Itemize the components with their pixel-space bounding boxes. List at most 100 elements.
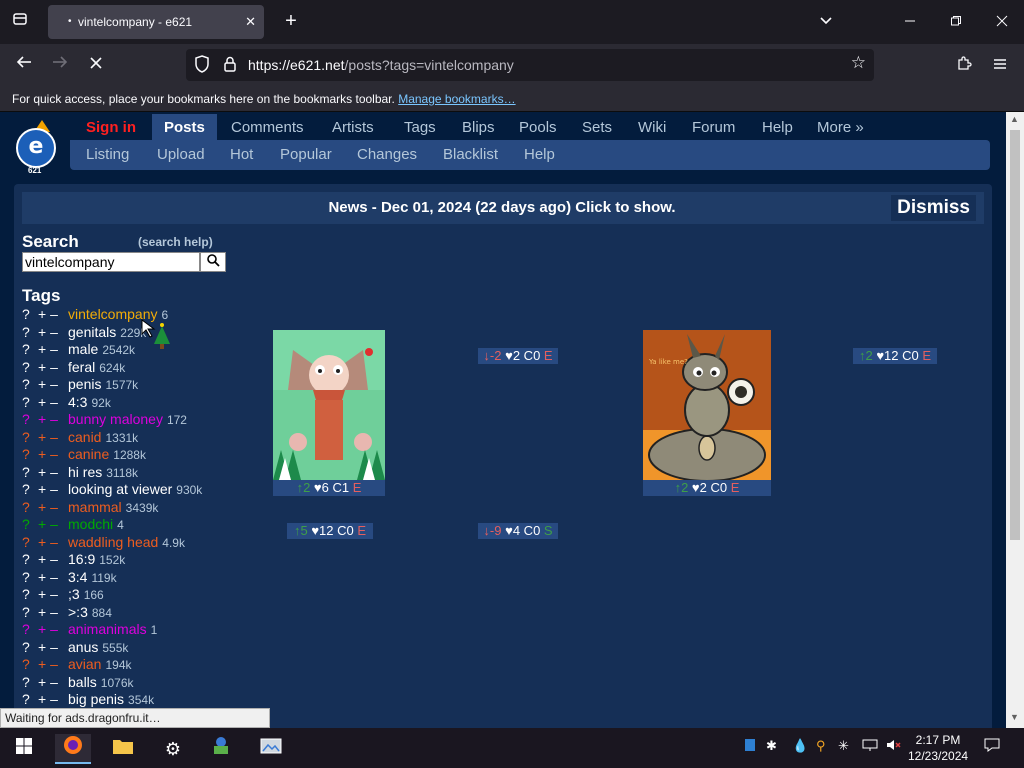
tag-remove-link[interactable]: – [50, 604, 58, 620]
tag-add-link[interactable]: + [38, 691, 46, 707]
tag-name-link[interactable]: canine [68, 446, 109, 462]
address-bar[interactable]: https://e621.net/posts?tags=vintelcompan… [186, 49, 874, 81]
notifications-icon[interactable] [984, 738, 1000, 755]
tag-add-link[interactable]: + [38, 359, 46, 375]
tag-add-link[interactable]: + [38, 411, 46, 427]
tag-name-link[interactable]: balls [68, 674, 97, 690]
tag-add-remove[interactable]: + – [38, 551, 68, 569]
subnav-help[interactable]: Help [524, 140, 555, 170]
tray-search-icon[interactable]: ⚲ [816, 738, 826, 754]
search-button[interactable] [200, 252, 226, 272]
tag-add-remove[interactable]: + – [38, 306, 68, 324]
tag-remove-link[interactable]: – [50, 376, 58, 392]
tag-wiki-link[interactable]: ? [22, 516, 38, 534]
extensions-puzzle-icon[interactable] [950, 52, 978, 78]
tag-remove-link[interactable]: – [50, 481, 58, 497]
tag-remove-link[interactable]: – [50, 359, 58, 375]
tag-remove-link[interactable]: – [50, 621, 58, 637]
tag-remove-link[interactable]: – [50, 306, 58, 322]
tag-add-link[interactable]: + [38, 621, 46, 637]
post-stats-6[interactable]: ↓-9 ♥4 C0 S [478, 523, 558, 539]
subnav-hot[interactable]: Hot [230, 140, 253, 170]
browser-tab-active[interactable]: • vintelcompany - e621 ✕ [48, 5, 264, 39]
tag-add-link[interactable]: + [38, 394, 46, 410]
tag-wiki-link[interactable]: ? [22, 569, 38, 587]
tag-wiki-link[interactable]: ? [22, 359, 38, 377]
tag-add-remove[interactable]: + – [38, 324, 68, 342]
list-all-tabs-icon[interactable] [814, 10, 838, 34]
file-explorer-icon[interactable] [105, 734, 141, 764]
tag-wiki-link[interactable]: ? [22, 586, 38, 604]
tag-name-link[interactable]: big penis [68, 691, 124, 707]
tag-name-link[interactable]: 16:9 [68, 551, 95, 567]
tag-add-link[interactable]: + [38, 481, 46, 497]
tag-add-remove[interactable]: + – [38, 621, 68, 639]
tracking-protection-shield-icon[interactable] [194, 55, 210, 73]
tag-remove-link[interactable]: – [50, 586, 58, 602]
tag-wiki-link[interactable]: ? [22, 411, 38, 429]
tag-name-link[interactable]: bunny maloney [68, 411, 163, 427]
nav-more[interactable]: More » [805, 114, 876, 142]
tag-add-link[interactable]: + [38, 429, 46, 445]
tag-wiki-link[interactable]: ? [22, 464, 38, 482]
scrollbar-thumb[interactable] [1010, 130, 1020, 540]
windows-start-icon[interactable] [6, 734, 42, 764]
post-stats-5[interactable]: ↑5 ♥12 C0 E [287, 523, 373, 539]
tag-remove-link[interactable]: – [50, 394, 58, 410]
scroll-down-arrow-icon[interactable]: ▼ [1010, 712, 1019, 722]
tag-remove-link[interactable]: – [50, 656, 58, 672]
tag-add-link[interactable]: + [38, 446, 46, 462]
tag-add-remove[interactable]: + – [38, 516, 68, 534]
tag-remove-link[interactable]: – [50, 569, 58, 585]
tray-brightness-icon[interactable]: ✳ [838, 738, 849, 754]
tag-remove-link[interactable]: – [50, 551, 58, 567]
network-icon[interactable] [862, 738, 878, 755]
tray-drop-icon[interactable]: 💧 [792, 738, 808, 754]
tag-add-remove[interactable]: + – [38, 499, 68, 517]
nav-sets[interactable]: Sets [570, 114, 624, 142]
tag-add-remove[interactable]: + – [38, 674, 68, 692]
tag-wiki-link[interactable]: ? [22, 691, 38, 709]
tag-wiki-link[interactable]: ? [22, 534, 38, 552]
tag-add-link[interactable]: + [38, 376, 46, 392]
tag-name-link[interactable]: looking at viewer [68, 481, 172, 497]
tag-wiki-link[interactable]: ? [22, 551, 38, 569]
tag-add-link[interactable]: + [38, 534, 46, 550]
tag-name-link[interactable]: genitals [68, 324, 116, 340]
tray-app-icon[interactable] [744, 738, 756, 755]
tag-remove-link[interactable]: – [50, 674, 58, 690]
tag-name-link[interactable]: mammal [68, 499, 122, 515]
news-text[interactable]: News - Dec 01, 2024 (22 days ago) Click … [22, 192, 822, 224]
minimize-window-icon[interactable] [898, 10, 922, 34]
tag-name-link[interactable]: >:3 [68, 604, 88, 620]
tag-add-remove[interactable]: + – [38, 691, 68, 709]
firefox-taskbar-icon[interactable] [55, 734, 91, 764]
tag-add-remove[interactable]: + – [38, 376, 68, 394]
tag-wiki-link[interactable]: ? [22, 324, 38, 342]
tag-add-remove[interactable]: + – [38, 394, 68, 412]
hamburger-menu-icon[interactable] [986, 52, 1014, 78]
tray-paint-icon[interactable]: ✱ [766, 738, 777, 754]
tag-wiki-link[interactable]: ? [22, 341, 38, 359]
tag-add-link[interactable]: + [38, 639, 46, 655]
tag-remove-link[interactable]: – [50, 341, 58, 357]
firefox-view-icon[interactable] [8, 10, 32, 34]
tag-add-link[interactable]: + [38, 464, 46, 480]
tag-add-link[interactable]: + [38, 551, 46, 567]
manage-bookmarks-link[interactable]: Manage bookmarks… [398, 92, 515, 106]
subnav-listing[interactable]: Listing [86, 140, 129, 170]
nav-posts[interactable]: Posts [152, 114, 217, 142]
nav-wiki[interactable]: Wiki [626, 114, 678, 142]
scroll-up-arrow-icon[interactable]: ▲ [1010, 114, 1019, 124]
tag-add-link[interactable]: + [38, 586, 46, 602]
tag-add-remove[interactable]: + – [38, 604, 68, 622]
restore-window-icon[interactable] [944, 10, 968, 34]
tag-name-link[interactable]: animanimals [68, 621, 147, 637]
photos-app-icon[interactable] [253, 734, 289, 764]
dismiss-button[interactable]: Dismiss [891, 195, 976, 221]
tag-wiki-link[interactable]: ? [22, 639, 38, 657]
tag-name-link[interactable]: 4:3 [68, 394, 87, 410]
url-text[interactable]: https://e621.net/posts?tags=vintelcompan… [248, 49, 514, 81]
tag-remove-link[interactable]: – [50, 324, 58, 340]
tag-wiki-link[interactable]: ? [22, 656, 38, 674]
